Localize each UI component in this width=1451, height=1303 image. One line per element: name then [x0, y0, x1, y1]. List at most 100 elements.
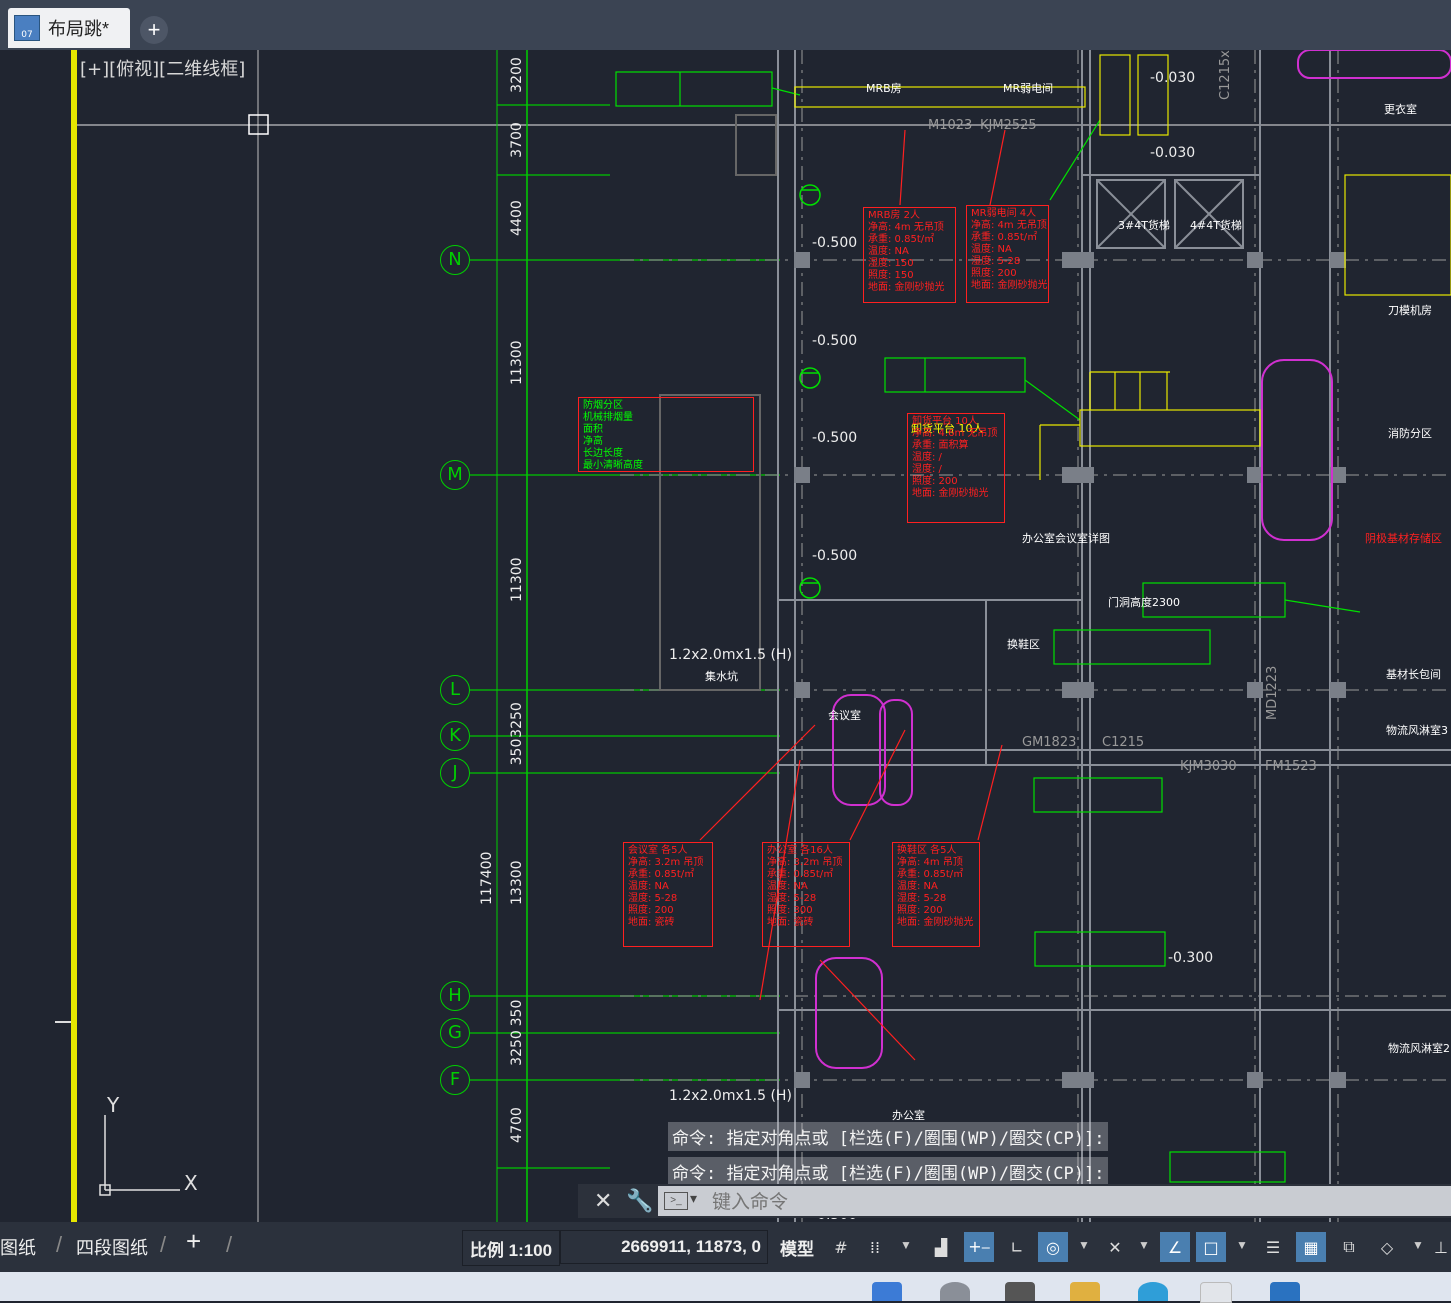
lineweight-icon[interactable]: ☰	[1258, 1232, 1288, 1262]
search-icon[interactable]	[940, 1282, 970, 1301]
annotation-note-line: 办公室 各16人	[767, 845, 833, 856]
isometric-drafting-icon[interactable]: ✕	[1100, 1232, 1130, 1262]
3d-object-snap-icon[interactable]: ◇	[1372, 1232, 1402, 1262]
annotation-note-line: 长边长度	[583, 448, 623, 459]
room-label: MRB房	[866, 82, 902, 95]
command-history-line: 命令: 指定对角点或 [栏选(F)/圈围(WP)/圈交(CP)]:	[668, 1157, 1109, 1186]
dimension-text: 3700	[509, 122, 525, 158]
object-snap-icon[interactable]: □	[1196, 1232, 1226, 1262]
windows-taskbar	[0, 1272, 1451, 1303]
room-label: 更衣室	[1384, 103, 1417, 116]
file-explorer-icon[interactable]	[1070, 1282, 1100, 1301]
annotation-note-line: 温度: NA	[628, 881, 669, 892]
door-tag: KJM3030	[1180, 759, 1237, 774]
chevron-down-icon[interactable]: ▼	[1236, 1238, 1248, 1252]
layout-tab-drawing[interactable]: 图纸	[0, 1234, 36, 1260]
door-tag: M1023	[928, 118, 973, 133]
add-layout-plus-icon[interactable]: +	[186, 1226, 201, 1257]
door-tag: GM1823	[1022, 735, 1077, 750]
chevron-down-icon[interactable]: ▾	[690, 1190, 697, 1207]
grid-display-icon[interactable]: #	[826, 1232, 856, 1262]
viewport-border-line	[71, 50, 77, 1222]
dimension-text: 350	[509, 738, 525, 766]
annotation-note-line: 净高: 3.2m 吊顶	[628, 857, 704, 868]
status-bar: 图纸 / 四段图纸 / + / 比例 1:100 2669911, 11873,…	[0, 1222, 1451, 1272]
dimension-text: 11300	[509, 340, 525, 385]
room-label: 物流风淋室3	[1386, 724, 1448, 737]
annotation-note-line: 地面: 金刚砂抛光	[912, 488, 989, 499]
dynamic-input-icon[interactable]: +⎯	[964, 1232, 994, 1262]
annotation-scale[interactable]: 比例 1:100	[462, 1230, 560, 1266]
document-tab[interactable]: 07 布局跳*	[8, 8, 130, 48]
windows-start-icon[interactable]	[872, 1282, 902, 1301]
annotation-note-line: 地面: 瓷砖	[628, 917, 675, 928]
annotation-note-line: 温度: /	[912, 452, 942, 463]
transparency-icon[interactable]: ▦	[1296, 1232, 1326, 1262]
dimension-text: 3200	[509, 57, 525, 93]
room-label: 办公室	[892, 1109, 925, 1122]
layout-tab-four-section[interactable]: 四段图纸	[76, 1234, 148, 1260]
annotation-note-line: 地面: 金刚砂抛光	[897, 917, 974, 928]
wrench-icon[interactable]: 🔧	[626, 1188, 653, 1214]
elevation-mark: -0.030	[1150, 145, 1196, 161]
command-input[interactable]	[710, 1186, 1434, 1218]
annotation-note: 卸货平台 10人 净高: 4.6m 无吊顶 承重: 面积算 温度: / 湿度: / 照度:…	[907, 413, 1005, 523]
annotation-note-line: 湿度: 5-28	[971, 256, 1021, 267]
command-input-wrapper: >_ ▾	[658, 1186, 1451, 1218]
elevation-mark: -0.030	[1150, 70, 1196, 86]
room-label: MR弱电间	[1003, 82, 1054, 95]
mail-icon[interactable]	[1270, 1282, 1300, 1301]
model-space-button[interactable]: 模型	[772, 1230, 822, 1264]
elevation-mark: -0.500	[812, 235, 858, 251]
annotation-note: 换鞋区 各5人 净高: 4m 吊顶 承重: 0.85t/㎡ 温度: NA 湿度: 5-2…	[892, 842, 980, 947]
selection-cycling-icon[interactable]: ⧉	[1334, 1232, 1364, 1262]
room-label: 换鞋区	[1007, 638, 1040, 651]
close-icon[interactable]: ✕	[594, 1188, 612, 1214]
annotation-note: MR弱电间 4人 净高: 4m 无吊顶 承重: 0.85t/㎡ 温度: NA 湿度: 5…	[966, 205, 1049, 303]
annotation-note-line: 净高: 4m 无吊顶	[868, 222, 944, 233]
room-label: 门洞高度2300	[1108, 596, 1180, 609]
command-history: 命令: 指定对角点或 [栏选(F)/圈围(WP)/圈交(CP)]: 命令: 指定…	[668, 1122, 1109, 1192]
annotation-note: MRB房 2人 净高: 4m 无吊顶 承重: 0.85t/㎡ 温度: NA 湿度: 15…	[863, 207, 956, 303]
annotation-note-line: 湿度: 150	[868, 258, 914, 269]
autocad-taskbar-icon[interactable]	[1200, 1282, 1232, 1303]
annotation-note-line: MR弱电间 4人	[971, 208, 1037, 219]
chevron-down-icon[interactable]: ▼	[900, 1238, 912, 1252]
grid-bubble-J: J	[440, 758, 470, 788]
annotation-note-line: 卸货平台 10人	[912, 416, 978, 427]
snap-mode-icon[interactable]: ⁞⁞	[860, 1232, 890, 1262]
ortho-mode-icon[interactable]: ∟	[1002, 1232, 1032, 1262]
polar-tracking-icon[interactable]: ◎	[1038, 1232, 1068, 1262]
ucs-x-label: X	[184, 1171, 198, 1195]
annotation-note-line: 承重: 面积算	[912, 440, 969, 451]
command-prompt-icon[interactable]: >_	[664, 1192, 688, 1210]
grid-bubble-L: L	[440, 675, 470, 705]
chevron-down-icon[interactable]: ▼	[1138, 1238, 1150, 1252]
annotation-note-line: 温度: NA	[868, 246, 909, 257]
drawing-canvas[interactable]: Y X [+][俯视][二维线框] N M LKJ HGF 3200 3700 4400 1…	[0, 50, 1451, 1222]
task-view-icon[interactable]	[1005, 1282, 1035, 1301]
dimension-text: 350	[509, 999, 525, 1027]
new-tab-plus-icon[interactable]: +	[140, 16, 168, 44]
ucs-y-label: Y	[106, 1093, 120, 1117]
grid-bubble-N: N	[440, 245, 470, 275]
door-tag: C1215	[1102, 735, 1145, 750]
annotation-note-line: 温度: NA	[897, 881, 938, 892]
annotation-monitor-icon[interactable]: ⊥	[1432, 1232, 1450, 1262]
annotation-note-line: 承重: 0.85t/㎡	[767, 869, 834, 880]
edge-browser-icon[interactable]	[1138, 1282, 1168, 1301]
command-history-line: 命令: 指定对角点或 [栏选(F)/圈围(WP)/圈交(CP)]:	[668, 1122, 1109, 1151]
chevron-down-icon[interactable]: ▼	[1412, 1238, 1424, 1252]
annotation-note-line: 湿度: 5-28	[767, 893, 817, 904]
door-tag: C1215x	[1218, 50, 1233, 100]
room-label: 4#4T货梯	[1190, 219, 1242, 232]
object-snap-tracking-icon[interactable]: ∠	[1160, 1232, 1190, 1262]
dimension-text: 13300	[509, 860, 525, 905]
viewport-label[interactable]: [+][俯视][二维线框]	[80, 55, 245, 81]
annotation-note-line: 净高: 4m 无吊顶	[971, 220, 1047, 231]
dimension-text: 3250	[509, 1030, 525, 1066]
ucs-icon	[99, 1115, 180, 1196]
infer-constraints-icon[interactable]: ▟	[926, 1232, 956, 1262]
dimension-text: 4700	[509, 1107, 525, 1143]
chevron-down-icon[interactable]: ▼	[1078, 1238, 1090, 1252]
